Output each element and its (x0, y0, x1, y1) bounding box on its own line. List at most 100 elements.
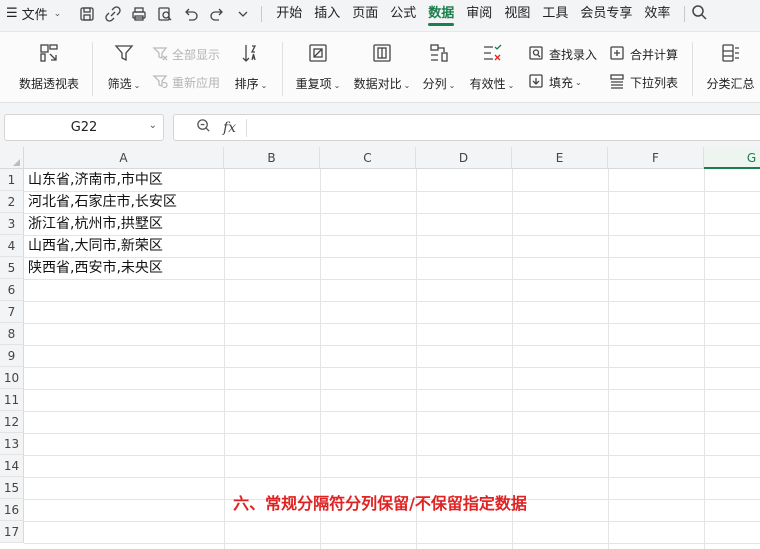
filter-button[interactable]: 筛选 ⌄ (104, 42, 144, 92)
print-icon[interactable] (127, 3, 151, 25)
name-box[interactable]: G22 ⌄ (4, 114, 164, 141)
column-header-c[interactable]: C (320, 147, 416, 169)
duplicates-button[interactable]: 重复项 ⌄ (292, 42, 344, 92)
column-header-e[interactable]: E (512, 147, 608, 169)
row-header-5[interactable]: 5 (0, 257, 24, 279)
row-header-4[interactable]: 4 (0, 235, 24, 257)
row-header-8[interactable]: 8 (0, 323, 24, 345)
column-header-row: A B C D E F G (0, 147, 760, 169)
row-header-12[interactable]: 12 (0, 411, 24, 433)
quick-access-toolbar (75, 0, 266, 27)
merge-calc-icon (609, 45, 625, 64)
zoom-icon[interactable] (174, 118, 211, 137)
ribbon-divider (282, 42, 283, 96)
tab-home[interactable]: 开始 (270, 0, 308, 27)
row-header-6[interactable]: 6 (0, 279, 24, 301)
function-icon[interactable]: fx (223, 120, 236, 136)
cell-a4[interactable]: 山西省,大同市,新荣区 (28, 235, 163, 257)
sort-icon (240, 42, 262, 67)
tab-data[interactable]: 数据 (422, 0, 460, 27)
tutorial-caption-text: 六、常规分隔符分列保留/不保留指定数据 (233, 494, 527, 513)
reapply-button[interactable]: 重新应用 (152, 73, 220, 92)
cell-a5[interactable]: 陕西省,西安市,未央区 (28, 257, 163, 279)
toolbar-divider (261, 5, 263, 22)
compare-button[interactable]: 数据对比 ⌄ (351, 42, 413, 92)
tab-page[interactable]: 页面 (346, 0, 384, 27)
row-header-9[interactable]: 9 (0, 345, 24, 367)
merge-calc-button[interactable]: 合并计算 (609, 45, 678, 64)
row-header-2[interactable]: 2 (0, 191, 24, 213)
chevron-down-icon: ⌄ (575, 78, 582, 87)
gridline (24, 323, 760, 324)
pivot-table-label: 数据透视表 (18, 77, 79, 91)
file-menu[interactable]: ☰ 文件 ⌄ (0, 0, 67, 27)
ribbon: 数据透视表 筛选 ⌄ 全部显示 重新应用 排序 ⌄ 重复项 ⌄ 数据对比 ⌄ 分… (0, 27, 760, 107)
validity-button[interactable]: 有效性 ⌄ (466, 42, 518, 92)
redo-icon[interactable] (205, 3, 229, 25)
tab-tools[interactable]: 工具 (536, 0, 574, 27)
undo-icon[interactable] (179, 3, 203, 25)
row-header-7[interactable]: 7 (0, 301, 24, 323)
tab-efficiency[interactable]: 效率 (638, 0, 676, 27)
row-header-17[interactable]: 17 (0, 521, 24, 543)
tab-review[interactable]: 审阅 (460, 0, 498, 27)
row-header-1[interactable]: 1 (0, 169, 24, 191)
row-header-11[interactable]: 11 (0, 389, 24, 411)
chevron-down-icon: ⌄ (333, 81, 341, 90)
filter-label: 筛选 (107, 77, 132, 91)
row-header-14[interactable]: 14 (0, 455, 24, 477)
column-header-b[interactable]: B (224, 147, 320, 169)
column-header-d[interactable]: D (416, 147, 512, 169)
gridline (24, 301, 760, 302)
row-header-13[interactable]: 13 (0, 433, 24, 455)
tab-view[interactable]: 视图 (498, 0, 536, 27)
ribbon-tabs: 开始 插入 页面 公式 数据 审阅 视图 工具 会员专享 效率 (270, 0, 676, 27)
tab-insert[interactable]: 插入 (308, 0, 346, 27)
gridline (24, 367, 760, 368)
link-icon[interactable] (101, 3, 125, 25)
hamburger-icon: ☰ (6, 6, 18, 21)
split-column-button[interactable]: 分列 ⌄ (420, 42, 458, 92)
column-header-f[interactable]: F (608, 147, 704, 169)
reapply-filter-icon (152, 73, 168, 92)
menu-divider (684, 5, 686, 22)
tab-member[interactable]: 会员专享 (574, 0, 638, 27)
select-all-corner[interactable] (0, 147, 24, 169)
row-header-10[interactable]: 10 (0, 367, 24, 389)
lookup-entry-button[interactable]: 查找录入 (528, 45, 597, 64)
chevron-down-icon: ⌄ (448, 81, 456, 90)
search-icon[interactable] (691, 4, 707, 24)
print-preview-icon[interactable] (153, 3, 177, 25)
gridline (24, 521, 760, 522)
formula-bar: G22 ⌄ fx (0, 107, 760, 147)
dropdown-list-button[interactable]: 下拉列表 (609, 73, 678, 92)
column-header-a[interactable]: A (24, 147, 224, 169)
save-icon[interactable] (75, 3, 99, 25)
tab-formula[interactable]: 公式 (384, 0, 422, 27)
gridline (24, 455, 760, 456)
cell-a2[interactable]: 河北省,石家庄市,长安区 (28, 191, 177, 213)
validity-icon (481, 42, 503, 67)
fill-button[interactable]: 填充 ⌄ (528, 73, 582, 92)
cell-a1[interactable]: 山东省,济南市,市中区 (28, 169, 163, 191)
sort-button[interactable]: 排序 ⌄ (232, 42, 270, 92)
column-header-g[interactable]: G (704, 147, 760, 169)
filter-icon (113, 42, 135, 67)
cell-a3[interactable]: 浙江省,杭州市,拱墅区 (28, 213, 163, 235)
chevron-down-icon[interactable]: ⌄ (149, 120, 157, 131)
menu-bar: ☰ 文件 ⌄ 开始 插入 页面 公式 数据 审阅 视图 工具 会员专享 效率 (0, 0, 760, 27)
dropdown-list-icon (609, 73, 625, 92)
more-quick-access-icon[interactable] (231, 3, 255, 25)
gridline (24, 389, 760, 390)
pivot-table-button[interactable]: 数据透视表 (18, 42, 80, 92)
subtotal-button[interactable]: 分类汇总 (703, 42, 758, 92)
spreadsheet-grid[interactable]: A B C D E F G 1 2 3 4 5 6 7 8 9 10 11 12… (0, 147, 760, 549)
gridline (24, 279, 760, 280)
subtotal-label: 分类汇总 (706, 77, 755, 91)
show-all-button[interactable]: 全部显示 (152, 45, 220, 64)
ribbon-panel: 数据透视表 筛选 ⌄ 全部显示 重新应用 排序 ⌄ 重复项 ⌄ 数据对比 ⌄ 分… (0, 31, 760, 103)
formula-input-area[interactable]: fx (173, 114, 760, 141)
row-header-3[interactable]: 3 (0, 213, 24, 235)
chevron-down-icon: ⌄ (133, 81, 141, 90)
fill-icon (528, 73, 544, 92)
